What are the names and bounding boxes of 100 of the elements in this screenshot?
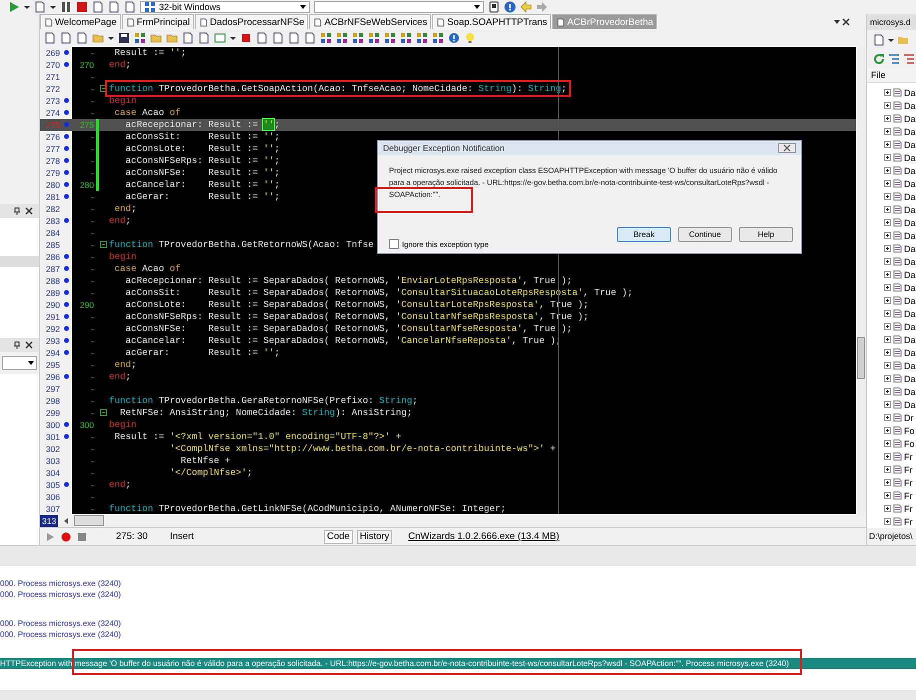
document-icon[interactable] — [873, 34, 885, 46]
pin-icon[interactable] — [13, 207, 21, 215]
tree-item[interactable]: Da — [904, 334, 916, 344]
expand-icon[interactable] — [884, 193, 891, 200]
grid-icon[interactable] — [384, 32, 396, 44]
expand-icon[interactable] — [884, 414, 891, 421]
document-icon[interactable] — [44, 32, 56, 44]
expand-icon[interactable] — [884, 401, 891, 408]
record-icon[interactable] — [60, 530, 72, 543]
editor-tab[interactable]: WelcomePage — [40, 14, 121, 30]
grid-icon[interactable] — [416, 32, 428, 44]
close-icon[interactable] — [25, 341, 33, 349]
document-icon[interactable] — [34, 1, 46, 13]
dialog-button[interactable]: Continue — [678, 227, 732, 242]
collapse-icon[interactable] — [100, 85, 107, 92]
expand-icon[interactable] — [884, 271, 891, 278]
stop-icon[interactable] — [240, 32, 252, 44]
tree-item[interactable]: Fr — [904, 490, 912, 500]
tree-item[interactable]: Da — [904, 178, 916, 188]
message-line[interactable]: 000. Process microsys.exe (3240) — [0, 589, 916, 600]
expand-icon[interactable] — [884, 245, 891, 252]
expand-icon[interactable] — [884, 323, 891, 330]
tree-item[interactable]: Fr — [904, 516, 912, 526]
window-icon[interactable] — [214, 32, 226, 44]
editor-tab[interactable]: ACBrNFSeWebServices — [309, 14, 432, 30]
message-line[interactable]: 000. Process microsys.exe (3240) — [0, 629, 916, 640]
column-header[interactable]: File — [867, 68, 916, 83]
refresh-icon[interactable] — [873, 52, 885, 64]
expand-icon[interactable] — [884, 180, 891, 187]
info-icon[interactable] — [448, 32, 460, 44]
tree-item[interactable]: Da — [904, 152, 916, 162]
view-tab[interactable]: Code — [324, 530, 353, 544]
expand-icon[interactable] — [884, 219, 891, 226]
close-icon[interactable] — [842, 18, 850, 26]
grid-icon[interactable] — [134, 32, 146, 44]
pause-icon[interactable] — [60, 1, 72, 13]
expand-icon[interactable] — [884, 154, 891, 161]
grid-icon[interactable] — [336, 32, 348, 44]
play-icon[interactable] — [8, 1, 20, 13]
expand-icon[interactable] — [884, 440, 891, 447]
tree-item[interactable]: Dr — [904, 412, 914, 422]
tree-item[interactable]: Da — [904, 192, 916, 202]
close-icon[interactable] — [25, 207, 33, 215]
grid-icon[interactable] — [320, 32, 332, 44]
expand-icon[interactable] — [884, 128, 891, 135]
tree-item[interactable]: Da — [904, 360, 916, 370]
tree-item[interactable]: Da — [904, 308, 916, 318]
tree-item[interactable]: Da — [904, 374, 916, 384]
expand-icon[interactable] — [884, 297, 891, 304]
document-icon[interactable] — [60, 32, 72, 44]
document-icon[interactable] — [256, 32, 268, 44]
stop-icon[interactable] — [76, 530, 88, 543]
tree-item[interactable]: Fo — [904, 426, 915, 436]
document-icon[interactable] — [182, 32, 194, 44]
expand-icon[interactable] — [884, 141, 891, 148]
tree-item[interactable]: Fr — [904, 452, 912, 462]
message-line[interactable]: 000. Process microsys.exe (3240) — [0, 618, 916, 629]
expand-icon[interactable] — [884, 362, 891, 369]
grid-icon[interactable] — [368, 32, 380, 44]
document-icon[interactable] — [272, 32, 284, 44]
expand-icon[interactable] — [884, 232, 891, 239]
tree-item[interactable]: Da — [904, 114, 916, 124]
expand-icon[interactable] — [884, 167, 891, 174]
tree-item[interactable]: Da — [904, 296, 916, 306]
back-arrow-icon[interactable] — [520, 1, 532, 13]
message-line[interactable]: 000. Process microsys.exe (3240) — [0, 578, 916, 589]
expand-icon[interactable] — [884, 349, 891, 356]
expand-icon[interactable] — [884, 206, 891, 213]
document-icon[interactable] — [304, 32, 316, 44]
tree-item[interactable]: Da — [904, 244, 916, 254]
expand-icon[interactable] — [884, 492, 891, 499]
device-icon[interactable] — [488, 1, 500, 13]
expand-icon[interactable] — [884, 310, 891, 317]
tree-item[interactable]: Da — [904, 204, 916, 214]
tree-item[interactable]: Da — [904, 166, 916, 176]
expand-icon[interactable] — [884, 284, 891, 291]
list-icon[interactable] — [903, 52, 915, 64]
list-icon[interactable] — [888, 52, 900, 64]
expand-icon[interactable] — [884, 375, 891, 382]
tree-item[interactable]: Fr — [904, 464, 912, 474]
caret-icon[interactable] — [833, 18, 841, 26]
scroll-left-icon[interactable] — [62, 516, 70, 525]
tree-item[interactable]: Da — [904, 400, 916, 410]
editor-tab[interactable]: DadosProcessarNFSe — [194, 14, 308, 30]
tree-item[interactable]: Da — [904, 270, 916, 280]
document-icon[interactable] — [288, 32, 300, 44]
collapse-icon[interactable] — [100, 409, 107, 416]
tree-item[interactable]: Da — [904, 256, 916, 266]
expand-icon[interactable] — [884, 89, 891, 96]
expand-icon[interactable] — [884, 102, 891, 109]
tree-item[interactable]: Da — [904, 386, 916, 396]
view-tab[interactable]: History — [356, 530, 392, 544]
dialog-button[interactable]: Help — [739, 227, 793, 242]
expand-icon[interactable] — [884, 453, 891, 460]
tree-item[interactable]: Da — [904, 230, 916, 240]
editor-tab[interactable]: Soap.SOAPHTTPTrans — [432, 14, 552, 30]
expand-icon[interactable] — [884, 466, 891, 473]
tree-item[interactable]: Da — [904, 140, 916, 150]
grid-icon[interactable] — [432, 32, 444, 44]
link[interactable]: CnWizards 1.0.2.666.exe (13.4 MB) — [408, 531, 560, 542]
